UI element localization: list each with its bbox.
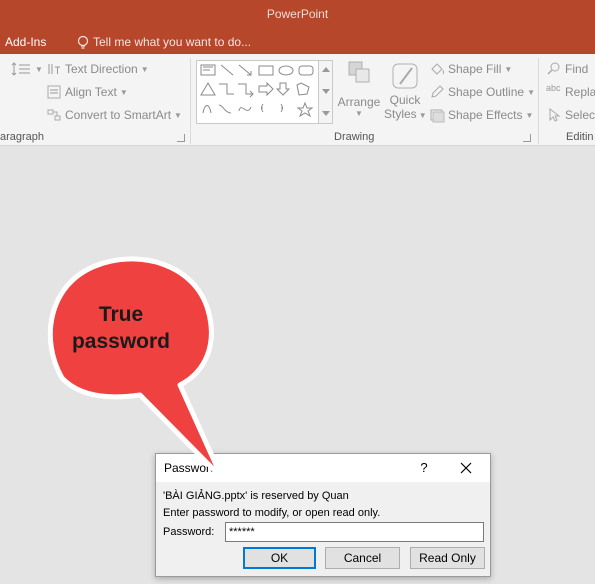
replace-icon: abc bbox=[546, 83, 561, 93]
callout-shape bbox=[47, 256, 225, 481]
align-text-label: Align Text bbox=[65, 85, 117, 99]
tab-add-ins[interactable]: Add-Ins bbox=[5, 35, 46, 49]
align-text-icon bbox=[47, 85, 61, 99]
shape-effects-button[interactable]: Shape Effects ▼ bbox=[429, 105, 533, 125]
line-spacing-button[interactable]: ▼ bbox=[10, 59, 43, 79]
close-icon bbox=[460, 462, 472, 474]
smartart-icon bbox=[47, 109, 61, 121]
ribbon-tab-bar: Add-Ins Tell me what you want to do... bbox=[0, 30, 595, 54]
callout-line-1: True bbox=[98, 303, 144, 326]
callout-text: True password bbox=[54, 301, 188, 355]
line-spacing-icon bbox=[11, 62, 30, 76]
magnifier-icon bbox=[547, 62, 560, 75]
chevron-down-icon: ▼ bbox=[525, 110, 534, 120]
chevron-down-icon: ▼ bbox=[174, 110, 182, 120]
chevron-down-icon: ▼ bbox=[527, 87, 535, 97]
dialog-title-bar: Password ? bbox=[156, 454, 490, 482]
more-shapes-icon[interactable] bbox=[322, 111, 330, 116]
select-label: Selec bbox=[565, 108, 595, 122]
cursor-icon bbox=[549, 107, 561, 122]
drawing-group-label: Drawing bbox=[334, 131, 375, 143]
password-input[interactable] bbox=[225, 522, 484, 542]
shapes-gallery[interactable] bbox=[196, 60, 319, 124]
paragraph-group-label: aragraph bbox=[0, 131, 45, 143]
password-label: Password: bbox=[163, 526, 215, 538]
arrange-label: Arrange bbox=[337, 95, 381, 109]
cancel-button[interactable]: Cancel bbox=[325, 547, 400, 569]
title-bar: PowerPoint bbox=[0, 0, 595, 30]
quick-styles-label-1: Quick bbox=[389, 93, 421, 107]
find-button[interactable]: Find bbox=[546, 59, 588, 79]
pencil-icon bbox=[431, 85, 444, 98]
ribbon-separator bbox=[190, 58, 191, 144]
ok-button[interactable]: OK bbox=[243, 547, 316, 569]
shapes-gallery-scroll[interactable] bbox=[319, 60, 333, 124]
chevron-down-icon: ▼ bbox=[119, 87, 128, 97]
shape-fill-label: Shape Fill bbox=[448, 62, 502, 76]
align-text-button[interactable]: Align Text ▼ bbox=[46, 82, 128, 102]
lightbulb-icon bbox=[77, 35, 89, 49]
reserved-by-message: 'BÀI GIẢNG.pptx' is reserved by Quan bbox=[163, 490, 349, 502]
find-label: Find bbox=[565, 62, 589, 76]
replace-label: Repla bbox=[565, 85, 595, 99]
text-direction-label: Text Direction bbox=[65, 62, 138, 76]
ribbon-separator bbox=[538, 58, 539, 144]
chevron-down-icon: ▼ bbox=[418, 111, 427, 120]
chevron-down-icon: ▼ bbox=[504, 64, 513, 74]
chevron-down-icon: ▼ bbox=[35, 64, 43, 74]
select-button[interactable]: Selec bbox=[546, 105, 595, 125]
read-only-button[interactable]: Read Only bbox=[410, 547, 485, 569]
shape-outline-button[interactable]: Shape Outline ▼ bbox=[429, 82, 535, 102]
enter-password-message: Enter password to modify, or open read o… bbox=[163, 507, 381, 519]
chevron-down-icon: ▼ bbox=[355, 109, 363, 118]
convert-to-smartart-button[interactable]: Convert to SmartArt ▼ bbox=[46, 105, 182, 125]
arrange-icon bbox=[348, 61, 370, 83]
replace-button[interactable]: abc Repla bbox=[546, 82, 595, 102]
scroll-down-icon[interactable] bbox=[322, 89, 330, 94]
shapes-gallery-icons bbox=[200, 64, 314, 118]
paragraph-dialog-launcher-icon[interactable] bbox=[177, 134, 185, 142]
shape-effects-label: Shape Effects bbox=[448, 108, 523, 122]
scroll-up-icon[interactable] bbox=[322, 67, 330, 72]
editing-group-label: Editin bbox=[566, 131, 594, 143]
help-button[interactable]: ? bbox=[414, 458, 434, 478]
close-button[interactable] bbox=[454, 458, 478, 478]
tell-me-text: Tell me what you want to do... bbox=[93, 35, 252, 49]
app-title: PowerPoint bbox=[266, 7, 329, 21]
callout-line-2: password bbox=[71, 330, 171, 353]
shape-outline-label: Shape Outline bbox=[448, 85, 525, 99]
password-dialog: Password ? 'BÀI GIẢNG.pptx' is reserved … bbox=[155, 453, 491, 577]
quick-styles-label-2-text: Styles bbox=[384, 107, 417, 121]
drawing-dialog-launcher-icon[interactable] bbox=[523, 134, 531, 142]
ribbon: ▼ Text Direction ▼ Align Text ▼ Convert … bbox=[0, 54, 595, 146]
text-direction-button[interactable]: Text Direction ▼ bbox=[46, 59, 149, 79]
paint-bucket-icon bbox=[431, 63, 444, 75]
shape-effects-icon bbox=[430, 109, 445, 123]
arrange-button[interactable]: Arrange ▼ bbox=[336, 60, 382, 118]
convert-smartart-label: Convert to SmartArt bbox=[65, 108, 172, 122]
shape-fill-button[interactable]: Shape Fill ▼ bbox=[429, 59, 512, 79]
chevron-down-icon: ▼ bbox=[140, 64, 149, 74]
quick-styles-icon bbox=[392, 63, 418, 89]
quick-styles-label-2: Styles ▼ bbox=[384, 107, 427, 121]
dialog-title: Password bbox=[164, 461, 217, 475]
quick-styles-button[interactable]: Quick Styles ▼ bbox=[384, 60, 427, 121]
text-direction-icon bbox=[48, 64, 60, 74]
